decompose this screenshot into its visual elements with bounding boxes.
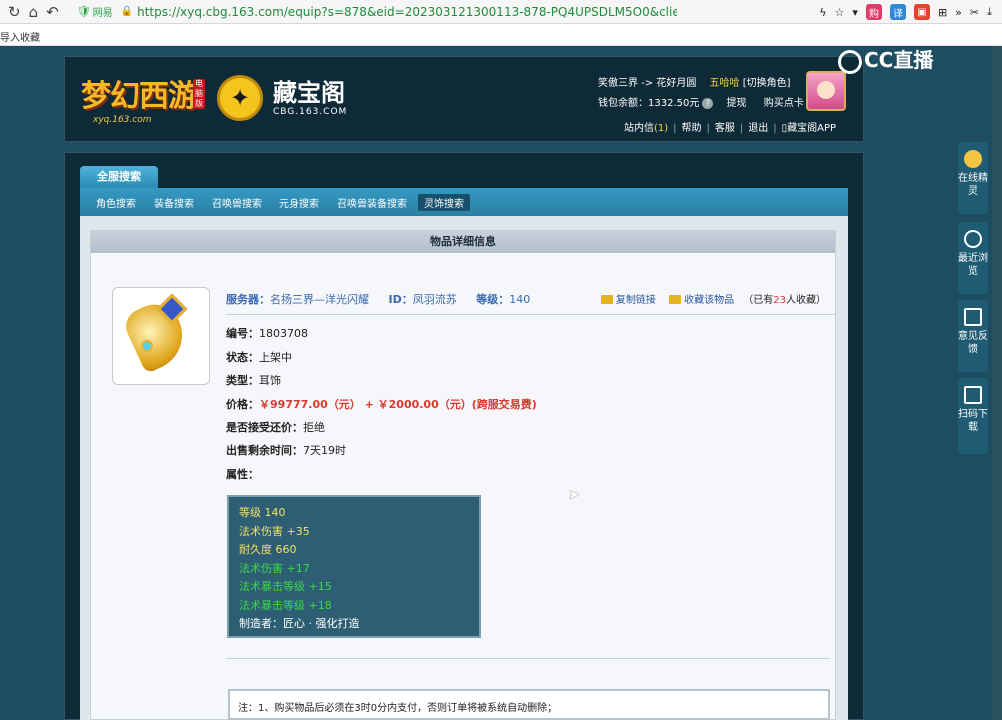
meta-divider — [226, 314, 836, 315]
avatar[interactable] — [806, 71, 846, 111]
info-row-status: 状态：上架中 — [226, 351, 292, 364]
page-scrollbar[interactable] — [992, 46, 1002, 720]
info-row-remaining-time: 出售剩余时间：7天19时 — [226, 444, 346, 457]
search-subnav: 角色搜索 装备搜索 召唤兽搜索 元身搜索 召唤兽装备搜索 灵饰搜索 — [80, 188, 848, 216]
purchase-note: 注：1、购买物品后必须在3时0分内支付，否则订单将被系统自动删除； — [228, 689, 830, 720]
level-value: 140 — [509, 293, 531, 306]
helper-face-icon — [964, 150, 982, 168]
subnav-role-search[interactable]: 角色搜索 — [96, 195, 136, 210]
user-name: 五哈哈 — [709, 78, 740, 89]
coin-icon: ✦ — [217, 75, 263, 121]
server-value: 名扬三界—洋光闪耀 — [270, 293, 369, 306]
buy-card-link[interactable]: 购买点卡 — [764, 98, 804, 109]
home-icon[interactable]: ⌂ — [29, 3, 39, 21]
cc-watermark: CC直播 — [838, 44, 968, 74]
ornament-bead — [141, 340, 153, 352]
withdraw-link[interactable]: 提现 — [727, 98, 747, 109]
game-icon[interactable]: ▣ — [913, 4, 930, 20]
qr-scan-icon — [964, 386, 982, 404]
shop-icon[interactable]: 购 — [865, 4, 882, 20]
browser-right-tools: ϟ ☆ ▾ 购 译 ▣ ⊞ » ✂ ⤓ — [819, 0, 1002, 24]
attr-line: 法术暴击等级 +15 — [239, 580, 332, 593]
grid-icon[interactable]: ⊞ — [938, 6, 947, 19]
game-logo[interactable]: 梦幻西游 xyq.163.com — [81, 71, 209, 129]
subnav-pet-search[interactable]: 召唤兽搜索 — [212, 195, 262, 210]
info-row-attributes: 属性： — [226, 468, 259, 481]
subnav-body-search[interactable]: 元身搜索 — [279, 195, 319, 210]
game-logo-badge: 电脑版 — [193, 79, 205, 109]
subnav-pet-equip-search[interactable]: 召唤兽装备搜索 — [337, 195, 407, 210]
item-meta-row: 服务器：名扬三界—洋光闪耀 ID：凤羽流苏 等级：140 复制链接 收藏该物品 … — [226, 291, 836, 307]
messages-link[interactable]: 站内信(1) — [624, 123, 668, 134]
lock-icon: 🔒 — [120, 6, 134, 17]
copy-link-button[interactable]: 复制链接 — [616, 295, 656, 306]
scissors-icon[interactable]: ✂ — [970, 6, 979, 19]
switch-role-link[interactable]: [切换角色] — [743, 78, 791, 89]
download-icon[interactable]: ⤓ — [987, 5, 992, 19]
rail-feedback[interactable]: 意见反馈 — [958, 300, 988, 372]
cbg-logo[interactable]: ✦ 藏宝阁 CBG.163.COM — [217, 71, 367, 129]
shield-icon: 🛡 — [76, 5, 91, 18]
subnav-equip-search[interactable]: 装备搜索 — [154, 195, 194, 210]
help-link[interactable]: 帮助 — [682, 123, 702, 134]
chevron-down-icon[interactable]: ▾ — [852, 6, 858, 19]
info-row-bargain: 是否接受还价：拒绝 — [226, 421, 325, 434]
info-row-price: 价格：￥99777.00（元） + ￥2000.00（元）(跨服交易费) — [226, 398, 537, 411]
info-row-number: 编号：1803708 — [226, 327, 308, 340]
refresh-icon[interactable]: ↻ — [8, 3, 21, 21]
rail-recent-views[interactable]: 最近浏览 — [958, 222, 988, 294]
server-path: 笑傲三界 -> 花好月圆 — [598, 78, 697, 89]
top-links: 站内信(1) | 帮助 | 客服 | 退出 | ▯藏宝阁APP — [624, 123, 837, 134]
attr-line: 法术暴击等级 +18 — [239, 598, 332, 612]
attr-line: 等级 140 — [239, 506, 286, 519]
help-icon[interactable]: ? — [702, 98, 714, 109]
level-label: 等级： — [476, 293, 510, 306]
copy-folder-icon — [600, 295, 613, 304]
attr-line: 法术伤害 +17 — [239, 561, 310, 575]
lightning-icon[interactable]: ϟ — [819, 6, 826, 19]
browser-toolbar: ↻ ⌂ ↶ 🛡 网易 🔒 https://xyq.cbg.163.com/equ… — [0, 0, 1002, 24]
section-divider — [226, 658, 830, 659]
info-row-type: 类型：耳饰 — [226, 374, 281, 387]
secure-label: 网易 — [92, 8, 113, 19]
fav-count-text: （已有23人收藏） — [743, 295, 826, 306]
item-actions: 复制链接 收藏该物品 （已有23人收藏） — [600, 291, 826, 306]
cc-logo-icon — [838, 49, 862, 74]
address-bar[interactable]: 🛡 网易 🔒 https://xyq.cbg.163.com/equip?s=8… — [77, 2, 727, 22]
mouse-cursor-icon: ➤ — [568, 487, 580, 503]
app-link[interactable]: 藏宝阁APP — [787, 123, 836, 134]
clock-icon — [964, 230, 982, 248]
price-value: ￥99777.00（元） + ￥2000.00（元）(跨服交易费) — [259, 398, 537, 411]
bookmark-bar[interactable]: 导入收藏 — [0, 24, 1002, 46]
edit-icon — [964, 308, 982, 326]
wallet-value: 1332.50元 — [648, 98, 700, 109]
rail-qr-download[interactable]: 扫码下载 — [958, 378, 988, 454]
attribute-box: 等级 140 法术伤害 +35 耐久度 660 法术伤害 +17 法术暴击等级 … — [227, 495, 481, 638]
subnav-ornament-search[interactable]: 灵饰搜索 — [418, 194, 470, 211]
url-text[interactable]: https://xyq.cbg.163.com/equip?s=878&eid=… — [137, 5, 677, 19]
favorite-button[interactable]: 收藏该物品 — [684, 295, 734, 306]
wallet-label: 钱包余额： — [598, 98, 648, 109]
id-label: ID： — [388, 293, 413, 306]
logout-link[interactable]: 退出 — [748, 123, 768, 134]
item-image[interactable] — [112, 287, 210, 385]
attr-line: 制造者：匠心 · 强化打造 — [239, 617, 360, 630]
tab-all-server-search[interactable]: 全服搜索 — [80, 166, 158, 188]
star-icon[interactable]: ☆ — [835, 6, 845, 19]
id-value: 凤羽流苏 — [412, 293, 457, 306]
service-link[interactable]: 客服 — [715, 123, 735, 134]
detail-title: 物品详细信息 — [91, 231, 835, 253]
server-label: 服务器： — [226, 293, 270, 306]
attr-line: 耐久度 660 — [239, 543, 297, 556]
attr-line: 法术伤害 +35 — [239, 524, 310, 538]
favorite-folder-icon — [669, 295, 682, 304]
rail-online-helper[interactable]: 在线精灵 — [958, 142, 988, 214]
more-icon[interactable]: » — [955, 6, 962, 19]
translate-icon[interactable]: 译 — [889, 4, 906, 20]
undo-icon[interactable]: ↶ — [46, 3, 59, 21]
